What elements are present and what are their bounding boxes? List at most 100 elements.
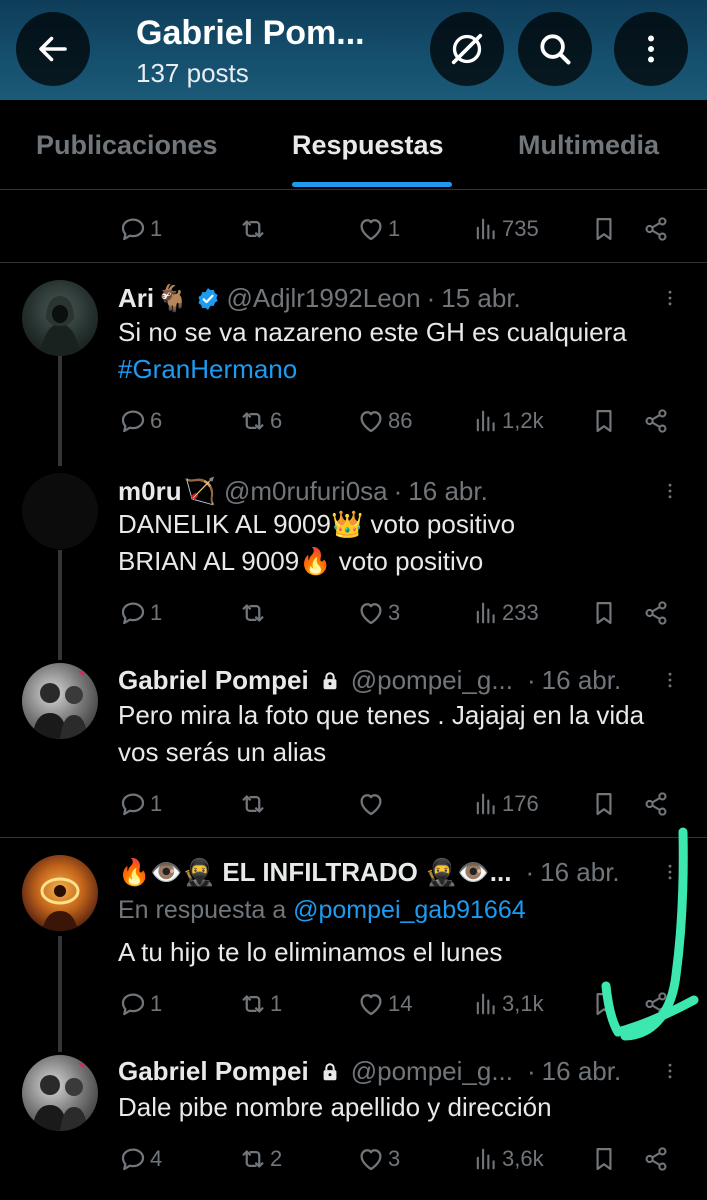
reply-button[interactable]: 1 (118, 984, 162, 1024)
separator-dot: · (527, 1056, 536, 1086)
avatar[interactable] (22, 473, 98, 549)
reply-context: En respuesta a @pompei_gab91664 (118, 896, 526, 925)
post-date[interactable]: 16 abr. (408, 476, 488, 507)
author-handle[interactable]: @pompei_g... (351, 1056, 513, 1087)
author-name[interactable]: Gabriel Pompei (118, 665, 309, 696)
hashtag-link[interactable]: #GranHermano (118, 351, 627, 388)
repost-count: 1 (270, 991, 283, 1016)
post-date[interactable]: 15 abr. (441, 283, 521, 314)
fiery-eye-avatar (40, 877, 80, 931)
views-button[interactable]: 3,1k (472, 984, 544, 1024)
views-button[interactable]: 3,6k (472, 1139, 544, 1179)
search-button[interactable] (518, 12, 592, 86)
share-button[interactable] (642, 1139, 670, 1179)
avatar[interactable] (22, 1055, 98, 1131)
repost-icon (238, 406, 268, 436)
repost-icon (238, 1144, 268, 1174)
repost-button[interactable] (238, 593, 270, 633)
post-date[interactable]: 16 abr. (542, 1056, 622, 1087)
avatar[interactable] (22, 280, 98, 356)
author-handle[interactable]: @m0rufuri0sa (224, 476, 388, 507)
post-actions: 1 176 (118, 784, 678, 824)
post-text: Pero mira la foto que tenes . Jajajaj en… (118, 697, 644, 771)
post-meta: m0ru 🏹 @m0rufuri0sa · 16 abr. (118, 476, 488, 507)
lock-icon (323, 671, 337, 689)
post-options-button[interactable] (660, 476, 680, 506)
post-text-line: Si no se va nazareno este GH es cualquie… (118, 317, 627, 347)
reply-count: 1 (150, 991, 163, 1016)
reply-button[interactable]: 1 (118, 593, 162, 633)
reply-button[interactable]: 6 (118, 401, 162, 441)
like-button[interactable]: 1 (356, 209, 400, 249)
tab-multimedia[interactable]: Multimedia (518, 130, 659, 161)
views-button[interactable]: 1,2k (472, 401, 544, 441)
post-date[interactable]: 16 abr. (542, 665, 622, 696)
more-button[interactable] (614, 12, 688, 86)
like-button[interactable]: 3 (356, 593, 400, 633)
bookmark-button[interactable] (590, 209, 618, 249)
repost-button[interactable]: 1 (238, 984, 282, 1024)
author-name[interactable]: m0ru (118, 476, 182, 507)
share-button[interactable] (642, 401, 670, 441)
tab-publicaciones[interactable]: Publicaciones (36, 130, 218, 161)
bookmark-button[interactable] (590, 401, 618, 441)
tab-respuestas[interactable]: Respuestas (292, 130, 444, 161)
views-button[interactable]: 233 (472, 593, 539, 633)
reply-icon (118, 214, 148, 244)
author-name[interactable]: Gabriel Pompei (118, 1056, 309, 1087)
like-count: 14 (388, 991, 413, 1016)
like-count: 3 (388, 1146, 401, 1171)
author-handle[interactable]: @pompei_g... (351, 665, 513, 696)
post-text-line: Dale pibe nombre apellido y dirección (118, 1092, 552, 1122)
author-name[interactable]: Ari (118, 283, 154, 314)
share-icon (642, 407, 670, 435)
heart-icon (356, 214, 386, 244)
bookmark-button[interactable] (590, 593, 618, 633)
post-options-button[interactable] (660, 665, 680, 695)
grok-button[interactable] (430, 12, 504, 86)
post-options-button[interactable] (660, 857, 680, 887)
repost-button[interactable]: 2 (238, 1139, 282, 1179)
bookmark-icon (590, 1145, 618, 1173)
author-handle[interactable]: @Adjlr1992Leon (227, 283, 421, 314)
thread-line (58, 936, 62, 1052)
search-icon (540, 34, 571, 65)
share-button[interactable] (642, 784, 670, 824)
share-icon (642, 1145, 670, 1173)
profile-tabs: Publicaciones Respuestas Multimedia (0, 100, 707, 190)
like-button[interactable]: 3 (356, 1139, 400, 1179)
bookmark-button[interactable] (590, 984, 618, 1024)
post-options-button[interactable] (660, 1056, 680, 1086)
reply-button[interactable]: 1 (118, 784, 162, 824)
avatar[interactable] (22, 855, 98, 931)
like-button[interactable] (356, 784, 388, 824)
like-button[interactable]: 14 (356, 984, 412, 1024)
repost-button[interactable] (238, 784, 270, 824)
post-actions: 6 6 86 1,2k (118, 401, 678, 441)
repost-button[interactable]: 6 (238, 401, 282, 441)
reply-button[interactable]: 1 (118, 209, 162, 249)
bookmark-button[interactable] (590, 1139, 618, 1179)
share-button[interactable] (642, 209, 670, 249)
separator-dot: · (426, 283, 436, 313)
reply-to-handle[interactable]: @pompei_gab91664 (293, 896, 526, 924)
heart-icon (356, 989, 386, 1019)
back-button[interactable] (16, 12, 90, 86)
reply-button[interactable]: 4 (118, 1139, 162, 1179)
avatar[interactable] (22, 663, 98, 739)
share-button[interactable] (642, 984, 670, 1024)
post-options-button[interactable] (660, 283, 680, 313)
post-date[interactable]: 16 abr. (540, 857, 620, 888)
views-button[interactable]: 735 (472, 209, 539, 249)
share-button[interactable] (642, 593, 670, 633)
like-count: 3 (388, 600, 401, 625)
repost-button[interactable] (238, 209, 270, 249)
view-count: 3,1k (502, 991, 544, 1016)
reply-to-label: En respuesta a (118, 896, 287, 924)
author-name[interactable]: 🔥👁️🥷 EL INFILTRADO 🥷👁️... (118, 857, 511, 888)
view-count: 3,6k (502, 1146, 544, 1171)
like-button[interactable]: 86 (356, 401, 412, 441)
views-icon (472, 599, 500, 627)
bookmark-button[interactable] (590, 784, 618, 824)
views-button[interactable]: 176 (472, 784, 539, 824)
